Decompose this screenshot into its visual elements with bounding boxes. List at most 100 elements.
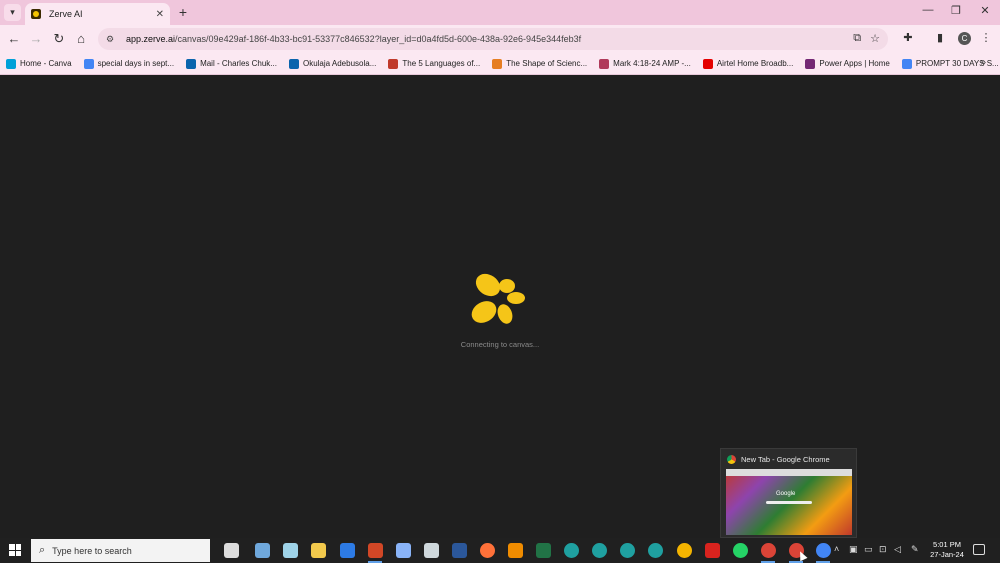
word-icon[interactable] bbox=[452, 543, 467, 558]
browser-toolbar: ← → ↻ ⌂ ⚙ app.zerve.ai/canvas/09e429af-1… bbox=[0, 25, 1000, 53]
chrome-icon[interactable] bbox=[816, 543, 831, 558]
edge-icon[interactable] bbox=[620, 543, 635, 558]
clock-date: 27-Jan-24 bbox=[930, 550, 964, 559]
clock-time: 5:01 PM bbox=[933, 540, 961, 549]
bookmark-item[interactable]: Airtel Home Broadb... bbox=[702, 58, 794, 69]
edge-icon[interactable] bbox=[648, 543, 663, 558]
site-info-icon[interactable]: ⚙ bbox=[106, 34, 118, 44]
paint-icon[interactable] bbox=[396, 543, 411, 558]
preview-title: New Tab - Google Chrome bbox=[741, 455, 830, 464]
loading-status: Connecting to canvas... bbox=[460, 340, 540, 349]
mail-icon[interactable] bbox=[340, 543, 355, 558]
outlook-icon bbox=[186, 58, 197, 69]
bookmark-item[interactable]: Mark 4:18-24 AMP -... bbox=[599, 58, 691, 69]
calculator-icon[interactable] bbox=[424, 543, 439, 558]
close-icon[interactable]: ✕ bbox=[156, 9, 164, 20]
bookmark-item[interactable]: special days in sept... bbox=[83, 58, 175, 69]
airtel-icon bbox=[702, 58, 713, 69]
powerpoint-icon[interactable] bbox=[368, 543, 383, 558]
zerve-icon bbox=[31, 9, 41, 19]
profile-avatar[interactable]: C bbox=[958, 32, 971, 45]
reload-button[interactable]: ↻ bbox=[51, 31, 67, 47]
search-placeholder: Type here to search bbox=[52, 545, 132, 556]
menu-kebab-icon[interactable]: ⋮ bbox=[978, 31, 994, 44]
logo-petal-4 bbox=[471, 301, 497, 323]
bookmark-label: Airtel Home Broadb... bbox=[716, 59, 794, 68]
tab-search-button[interactable]: ▾ bbox=[4, 4, 21, 21]
firefox-icon[interactable] bbox=[480, 543, 495, 558]
edge-icon[interactable] bbox=[564, 543, 579, 558]
preview-thumbnail[interactable]: Google bbox=[726, 469, 852, 535]
bookmark-item[interactable]: Okulaja Adebusola... bbox=[288, 58, 377, 69]
taskbar-search-input[interactable]: ⌕ Type here to search bbox=[31, 539, 210, 562]
restore-button[interactable]: ❐ bbox=[948, 4, 964, 17]
new-tab-button[interactable]: + bbox=[175, 4, 191, 20]
tab-strip: ▾ Zerve AI ✕ + — ❐ ✕ bbox=[0, 0, 1000, 25]
powerapps-icon bbox=[805, 58, 816, 69]
bookmark-item[interactable]: Home - Canva bbox=[6, 58, 72, 69]
acrobat-icon[interactable] bbox=[705, 543, 720, 558]
zerve-logo bbox=[471, 273, 525, 324]
bookmark-label: special days in sept... bbox=[97, 59, 175, 68]
bookmark-label: Mail - Charles Chuk... bbox=[200, 59, 277, 68]
docs-icon bbox=[901, 58, 912, 69]
logo-petal-3 bbox=[507, 292, 525, 304]
camera-icon[interactable]: ▣ bbox=[849, 544, 858, 555]
chrome-icon bbox=[727, 455, 736, 464]
url-text[interactable]: app.zerve.ai/canvas/09e429af-186f-4b33-b… bbox=[126, 34, 581, 44]
battery-icon[interactable]: ▭ bbox=[864, 544, 873, 555]
chevron-up-icon[interactable]: ˄ bbox=[834, 544, 839, 554]
pen-icon[interactable]: ✎ bbox=[911, 544, 919, 555]
file-explorer-icon[interactable] bbox=[311, 543, 326, 558]
edge-icon[interactable] bbox=[592, 543, 607, 558]
vlc-icon[interactable] bbox=[508, 543, 523, 558]
whatsapp-icon[interactable] bbox=[733, 543, 748, 558]
excel-icon[interactable] bbox=[536, 543, 551, 558]
bookmark-label: Power Apps | Home bbox=[819, 59, 890, 68]
bookmark-label: Okulaja Adebusola... bbox=[302, 59, 377, 68]
bookmark-label: Mark 4:18-24 AMP -... bbox=[613, 59, 691, 68]
remote-desktop-icon[interactable] bbox=[255, 543, 270, 558]
minimize-button[interactable]: — bbox=[920, 4, 936, 16]
outlook-icon bbox=[288, 58, 299, 69]
bookmark-label: The 5 Languages of... bbox=[402, 59, 481, 68]
notepad-icon[interactable] bbox=[283, 543, 298, 558]
thumbnail-search-box bbox=[766, 501, 812, 504]
thumbnail-toolbar bbox=[726, 469, 852, 476]
chrome-icon[interactable] bbox=[677, 543, 692, 558]
canva-icon bbox=[6, 58, 16, 69]
network-icon[interactable]: ⊡ bbox=[879, 544, 887, 555]
bookmark-item[interactable]: Mail - Charles Chuk... bbox=[186, 58, 277, 69]
bookmark-label: PROMPT 30 DAYS S... bbox=[915, 59, 999, 68]
side-panel-icon[interactable]: ▮ bbox=[932, 31, 948, 44]
thumbnail-logo-text: Google bbox=[776, 491, 796, 497]
close-window-button[interactable]: ✕ bbox=[977, 4, 993, 17]
notifications-icon[interactable] bbox=[973, 544, 985, 555]
chrome-icon[interactable] bbox=[761, 543, 776, 558]
red-book-icon bbox=[388, 58, 399, 69]
home-button[interactable]: ⌂ bbox=[73, 31, 89, 47]
task-view-icon[interactable] bbox=[224, 543, 239, 558]
windows-start-button[interactable] bbox=[9, 544, 21, 556]
bookmark-item[interactable]: The 5 Languages of... bbox=[388, 58, 481, 69]
volume-icon[interactable]: ◁ bbox=[894, 544, 901, 555]
bookmark-star-icon[interactable]: ☆ bbox=[870, 32, 880, 45]
address-bar[interactable]: ⚙ app.zerve.ai/canvas/09e429af-186f-4b33… bbox=[98, 28, 888, 50]
back-button[interactable]: ← bbox=[6, 31, 22, 47]
install-app-icon[interactable]: ⧉ bbox=[853, 32, 861, 45]
chevron-right-icon[interactable]: » bbox=[980, 57, 986, 68]
taskbar-clock[interactable]: 5:01 PM 27-Jan-24 bbox=[926, 540, 968, 560]
taskbar: ⌕ Type here to search ˄ ▣ ▭ ⊡ ◁ ✎ 5:01 P… bbox=[0, 538, 1000, 563]
search-icon: ⌕ bbox=[39, 544, 46, 556]
forward-button[interactable]: → bbox=[28, 31, 44, 47]
bookmark-item[interactable]: Power Apps | Home bbox=[805, 58, 890, 69]
tab-active[interactable]: Zerve AI ✕ bbox=[25, 3, 170, 25]
google-icon bbox=[83, 58, 94, 69]
taskbar-window-preview[interactable]: New Tab - Google Chrome Google bbox=[720, 448, 857, 538]
bookmark-label: Home - Canva bbox=[20, 59, 72, 68]
extensions-icon[interactable]: ✚ bbox=[900, 31, 916, 44]
logo-petal-2 bbox=[499, 279, 515, 293]
bookmark-item[interactable]: The Shape of Scienc... bbox=[492, 58, 587, 69]
tab-title: Zerve AI bbox=[49, 9, 83, 19]
bookmarks-bar: Home - Canva special days in sept... Mail … bbox=[0, 53, 1000, 75]
